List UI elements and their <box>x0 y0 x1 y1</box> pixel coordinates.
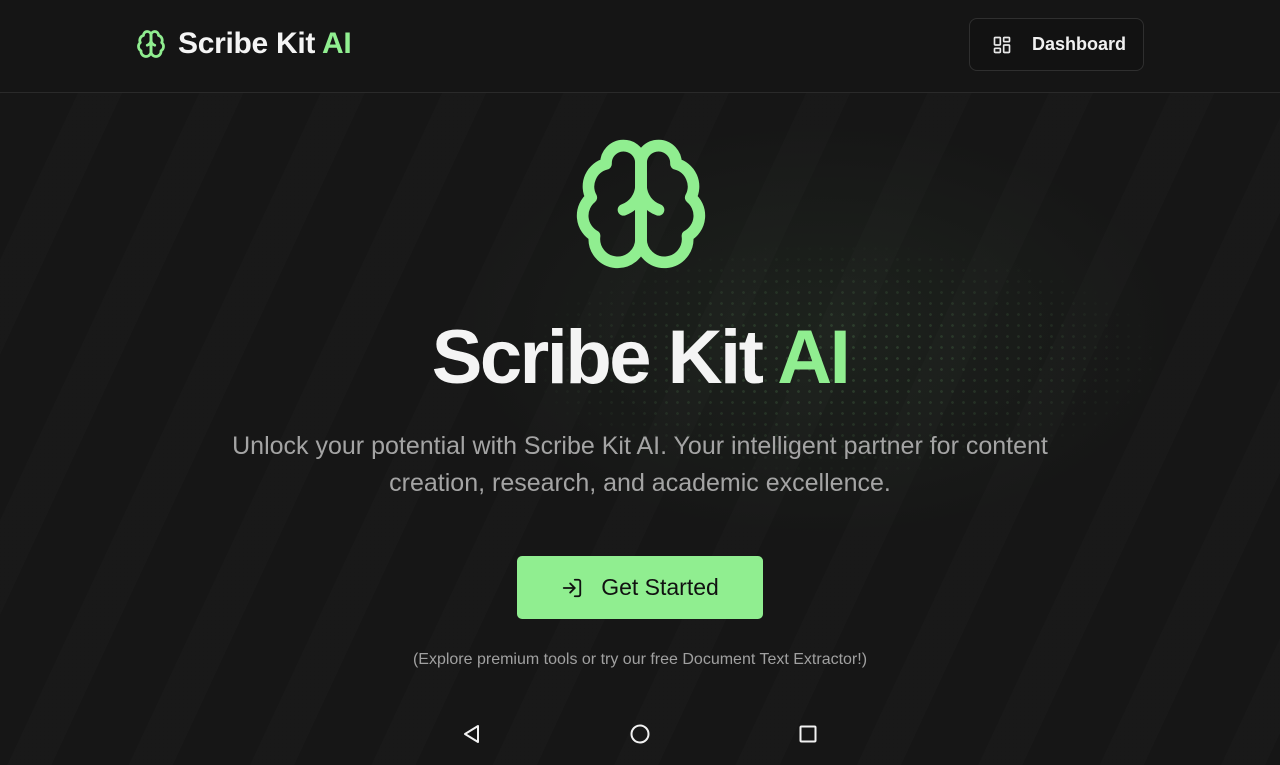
back-icon <box>464 725 479 743</box>
dashboard-button-label: Dashboard <box>1032 34 1127 54</box>
hero-title: Scribe Kit AI <box>431 315 851 400</box>
brand-name: Scribe Kit AI <box>178 27 352 60</box>
brain-icon <box>576 139 706 269</box>
back-button[interactable] <box>460 722 484 746</box>
home-icon <box>630 724 650 744</box>
log-in-icon <box>563 578 582 597</box>
hero-title-accent: AI <box>777 315 851 400</box>
hero-subtitle: Unlock your potential with Scribe Kit AI… <box>232 432 1048 497</box>
brand-accent: AI <box>321 27 352 60</box>
top-header: Scribe Kit AI Dashboard <box>0 0 1280 93</box>
landing-page: Scribe Kit AI Dashboard Scribe Kit AI Un… <box>0 0 1280 765</box>
recents-button[interactable] <box>796 722 820 746</box>
get-started-button[interactable]: Get Started <box>517 556 763 619</box>
dashboard-button[interactable]: Dashboard <box>969 18 1144 71</box>
system-navigation-bar <box>0 705 1280 765</box>
recents-icon <box>799 725 817 743</box>
get-started-label: Get Started <box>601 574 719 600</box>
home-button[interactable] <box>628 722 652 746</box>
free-tools-note: (Explore premium tools or try our free D… <box>412 651 868 668</box>
brand-logo-link[interactable]: Scribe Kit AI <box>136 26 352 62</box>
brain-icon <box>137 30 165 58</box>
layout-dashboard-icon <box>993 36 1011 53</box>
